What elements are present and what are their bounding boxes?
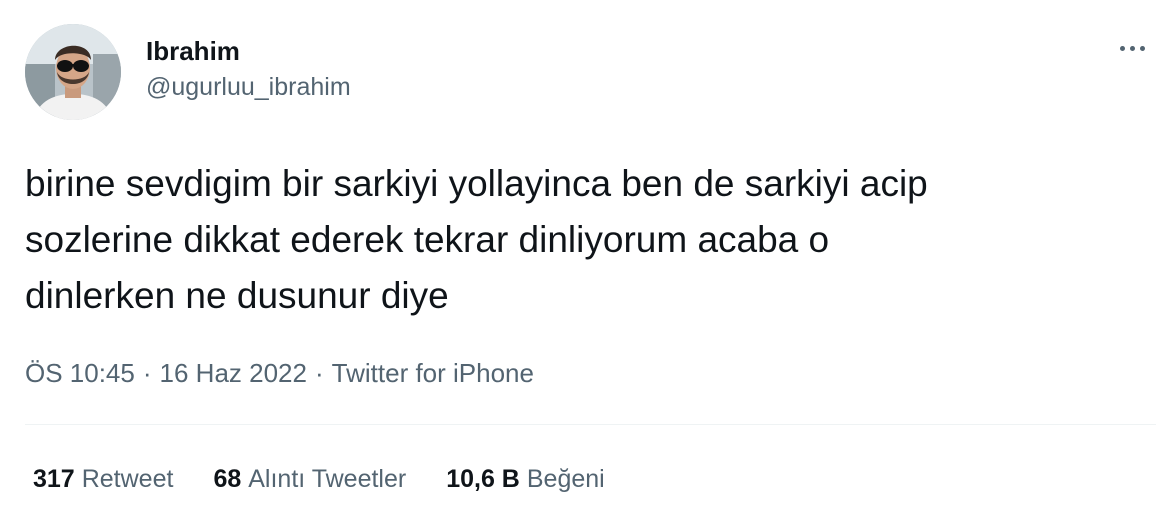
more-horizontal-icon: [1119, 45, 1125, 51]
tweet-source[interactable]: Twitter for iPhone: [332, 358, 534, 388]
more-options-button[interactable]: [1112, 36, 1152, 60]
author-display-name[interactable]: Ibrahim: [146, 34, 351, 68]
avatar-photo-icon: [25, 24, 121, 120]
more-horizontal-icon-dot: [1139, 45, 1145, 51]
likes-stat[interactable]: 10,6 B Beğeni: [446, 462, 605, 496]
likes-count: 10,6 B: [446, 465, 520, 493]
tweet-time[interactable]: ÖS 10:45: [25, 358, 135, 388]
retweets-stat[interactable]: 317 Retweet: [33, 462, 173, 496]
retweets-count: 317: [33, 465, 75, 493]
quote-tweets-stat[interactable]: 68 Alıntı Tweetler: [213, 462, 406, 496]
quote-tweets-count: 68: [213, 465, 242, 493]
tweet-stats: 317 Retweet 68 Alıntı Tweetler 10,6 B Beğen…: [33, 462, 645, 496]
likes-label: Beğeni: [526, 465, 605, 493]
tweet-card: Ibrahim @ugurluu_ibrahim birine sevdigim…: [0, 0, 1176, 520]
avatar[interactable]: [25, 24, 121, 120]
author-block: Ibrahim @ugurluu_ibrahim: [146, 34, 351, 104]
author-handle[interactable]: @ugurluu_ibrahim: [146, 70, 351, 104]
divider: [25, 424, 1156, 425]
meta-separator: ·: [142, 358, 152, 388]
meta-separator: ·: [314, 358, 324, 388]
tweet-date[interactable]: 16 Haz 2022: [160, 358, 307, 388]
tweet-meta: ÖS 10:45 · 16 Haz 2022 · Twitter for iPhone: [25, 356, 534, 390]
more-horizontal-icon-dot: [1129, 45, 1135, 51]
quote-tweets-label: Alıntı Tweetler: [248, 465, 407, 493]
retweets-label: Retweet: [81, 465, 174, 493]
tweet-text: birine sevdigim bir sarkiyi yollayinca b…: [25, 163, 928, 316]
